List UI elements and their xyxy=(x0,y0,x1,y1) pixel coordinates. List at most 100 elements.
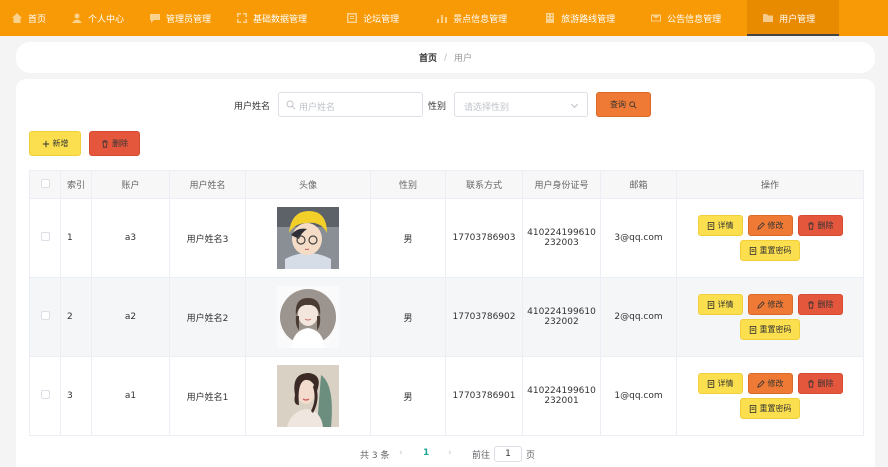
search-bar: 用户姓名 用户姓名 性别 请选择性别 查询 xyxy=(16,92,875,117)
query-button[interactable]: 查询 xyxy=(596,92,651,117)
document-icon xyxy=(707,221,714,230)
document-icon xyxy=(749,246,756,255)
detail-label: 详情 xyxy=(717,300,734,309)
top-navigation: 首页 个人中心 管理员管理 基础数据管理 论坛管理 景点信息管理 旅游路线管理 … xyxy=(0,0,888,36)
nav-item-label: 管理员管理 xyxy=(166,14,212,25)
header-gender: 性别 xyxy=(370,170,446,199)
document-icon xyxy=(707,300,714,309)
goto-page-input[interactable]: 1 xyxy=(494,446,522,462)
row-actions: 详情 修改 删除 重置密码 xyxy=(695,215,845,261)
nav-item-label: 用户管理 xyxy=(779,14,816,25)
edit-button[interactable]: 修改 xyxy=(747,294,793,315)
delete-label: 删除 xyxy=(817,379,834,388)
id-line1: 410224199610 xyxy=(527,386,596,396)
cell-email: 2@qq.com xyxy=(600,277,677,357)
breadcrumb-home[interactable]: 首页 xyxy=(419,51,437,64)
edit-icon xyxy=(756,300,765,309)
reset-password-button[interactable]: 重置密码 xyxy=(740,240,800,261)
detail-button[interactable]: 详情 xyxy=(697,215,743,236)
select-all-checkbox[interactable] xyxy=(40,178,50,188)
reset-label: 重置密码 xyxy=(759,325,792,334)
edit-button[interactable]: 修改 xyxy=(747,215,793,236)
delete-label: 删除 xyxy=(817,221,834,230)
row-actions: 详情 修改 删除 重置密码 xyxy=(695,373,845,419)
nav-item-scenic[interactable]: 景点信息管理 xyxy=(411,0,519,36)
row-checkbox[interactable] xyxy=(40,311,50,320)
user-table: 索引 账户 用户姓名 头像 性别 联系方式 用户身份证号 邮箱 操作 1 a3 … xyxy=(29,170,864,436)
breadcrumb-separator: / xyxy=(443,52,448,63)
cell-avatar xyxy=(245,198,371,278)
pagination-total: 共 3 条 xyxy=(360,451,390,461)
delete-label: 删除 xyxy=(112,139,128,148)
gender-select[interactable]: 请选择性别 xyxy=(454,92,588,117)
nav-item-label: 首页 xyxy=(28,14,47,25)
delete-button[interactable]: 删除 xyxy=(797,373,843,394)
search-icon xyxy=(629,100,637,109)
next-page-button[interactable]: › xyxy=(448,448,452,458)
delete-button[interactable]: 删除 xyxy=(797,294,843,315)
nav-item-admin[interactable]: 管理员管理 xyxy=(136,0,223,36)
edit-label: 修改 xyxy=(767,300,784,309)
cell-avatar xyxy=(245,277,371,357)
nav-item-home[interactable]: 首页 xyxy=(0,0,58,36)
nav-item-profile[interactable]: 个人中心 xyxy=(58,0,136,36)
avatar xyxy=(277,286,339,348)
reset-password-button[interactable]: 重置密码 xyxy=(740,319,800,340)
reset-password-button[interactable]: 重置密码 xyxy=(740,398,800,419)
plus-icon xyxy=(42,140,49,147)
breadcrumb: 首页 / 用户 xyxy=(16,42,875,73)
detail-label: 详情 xyxy=(717,379,734,388)
bar-chart-icon xyxy=(437,15,448,23)
page-unit-label: 页 xyxy=(526,451,536,461)
table-row: 1 a3 用户姓名3 男 17703786903 410224199610 23… xyxy=(29,198,864,278)
edit-label: 修改 xyxy=(767,379,784,388)
delete-button[interactable]: 删除 xyxy=(797,215,843,236)
prev-page-button[interactable]: ‹ xyxy=(399,448,403,458)
avatar xyxy=(277,365,339,427)
avatar-girl-sketch xyxy=(277,286,339,348)
edit-button[interactable]: 修改 xyxy=(747,373,793,394)
nav-item-notice[interactable]: 公告信息管理 xyxy=(627,0,733,36)
document-icon xyxy=(749,325,756,334)
chevron-down-icon xyxy=(570,103,579,109)
nav-item-label: 旅游路线管理 xyxy=(561,14,616,25)
cell-avatar xyxy=(245,356,371,436)
nav-item-forum[interactable]: 论坛管理 xyxy=(319,0,411,36)
reset-label: 重置密码 xyxy=(759,404,792,413)
avatar xyxy=(277,207,339,269)
cell-id-number: 410224199610 232001 xyxy=(522,356,601,436)
name-placeholder: 用户姓名 xyxy=(299,103,336,113)
cell-id-number: 410224199610 232002 xyxy=(522,277,601,357)
header-actions: 操作 xyxy=(676,170,864,199)
building-icon xyxy=(546,13,555,23)
nav-item-users[interactable]: 用户管理 xyxy=(747,0,840,36)
name-search-input[interactable]: 用户姓名 xyxy=(278,92,423,117)
cell-actions: 详情 修改 删除 重置密码 xyxy=(676,198,864,278)
row-checkbox-cell xyxy=(29,356,61,436)
row-checkbox[interactable] xyxy=(40,232,50,241)
edit-icon xyxy=(756,379,765,388)
add-button[interactable]: 新增 xyxy=(29,131,81,156)
batch-delete-button[interactable]: 删除 xyxy=(89,131,140,156)
cell-email: 1@qq.com xyxy=(600,356,677,436)
cell-account: a1 xyxy=(91,356,170,436)
nav-item-label: 基础数据管理 xyxy=(253,14,308,25)
nav-item-route[interactable]: 旅游路线管理 xyxy=(519,0,627,36)
nav-item-label: 论坛管理 xyxy=(363,14,400,25)
page-number-current[interactable]: 1 xyxy=(423,448,429,458)
header-id-number: 用户身份证号 xyxy=(522,170,601,199)
delete-label: 删除 xyxy=(817,300,834,309)
table-header-row: 索引 账户 用户姓名 头像 性别 联系方式 用户身份证号 邮箱 操作 xyxy=(29,170,864,199)
detail-button[interactable]: 详情 xyxy=(697,373,743,394)
avatar-boy-yellow-hat xyxy=(277,207,339,269)
cell-index: 2 xyxy=(60,277,92,357)
nav-item-basic-data[interactable]: 基础数据管理 xyxy=(223,0,319,36)
header-avatar: 头像 xyxy=(245,170,371,199)
cell-index: 3 xyxy=(60,356,92,436)
detail-button[interactable]: 详情 xyxy=(697,294,743,315)
trash-icon xyxy=(807,379,814,388)
row-checkbox[interactable] xyxy=(40,390,50,399)
query-label: 查询 xyxy=(610,100,626,109)
name-label: 用户姓名 xyxy=(234,102,271,112)
pagination: 共 3 条 ‹ 1 › 前往 1 页 xyxy=(16,446,875,462)
